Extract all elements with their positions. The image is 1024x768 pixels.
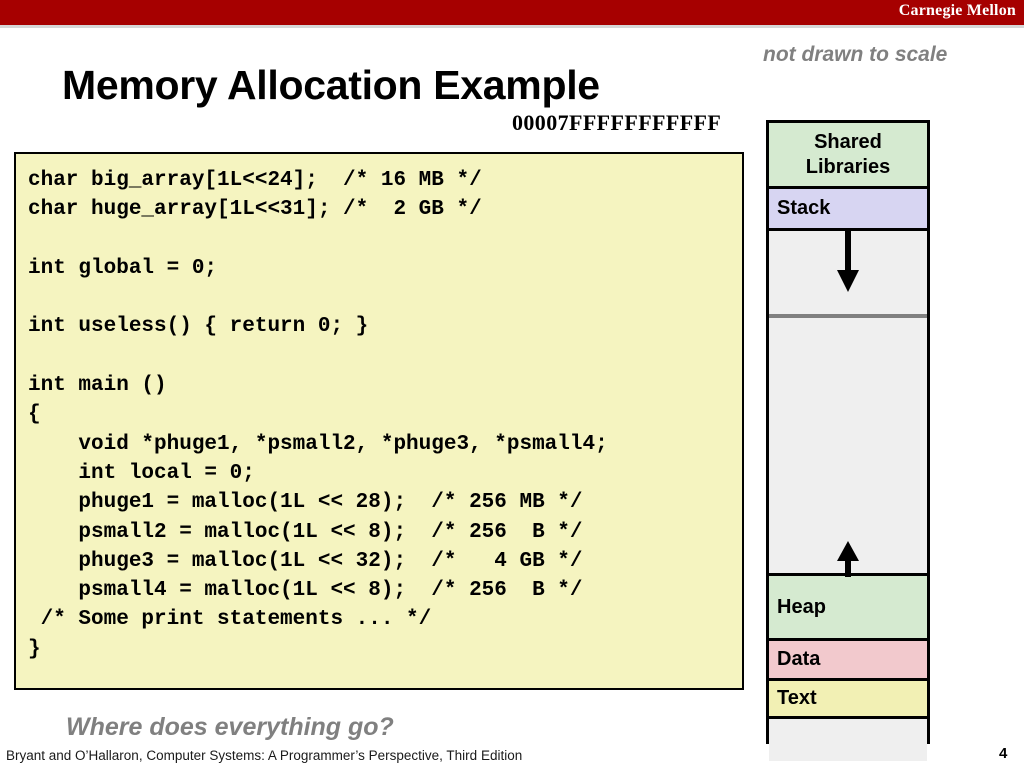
memory-segment-shared-libraries: Shared Libraries — [769, 123, 927, 189]
page-title: Memory Allocation Example — [62, 62, 600, 108]
footer-citation: Bryant and O’Hallaron, Computer Systems:… — [6, 748, 523, 763]
page-number: 4 — [999, 745, 1008, 762]
segment-label-data: Data — [777, 648, 821, 670]
memory-segment-bottom-blank — [769, 719, 927, 761]
where-does-everything-go-text: Where does everything go? — [66, 713, 394, 741]
memory-segment-gap-upper — [769, 231, 927, 314]
hex-address-label: 00007FFFFFFFFFFF — [512, 110, 722, 135]
memory-segment-data: Data — [769, 641, 927, 681]
brand-label: Carnegie Mellon — [898, 2, 1016, 19]
memory-segment-text: Text — [769, 681, 927, 719]
code-block: char big_array[1L<<24]; /* 16 MB */ char… — [14, 152, 744, 690]
memory-segment-heap: Heap — [769, 573, 927, 641]
code-text: char big_array[1L<<24]; /* 16 MB */ char… — [28, 169, 608, 661]
memory-segment-gap-lower — [769, 318, 927, 573]
segment-label-text: Text — [777, 687, 817, 709]
segment-label-line2: Libraries — [805, 155, 891, 178]
banner-underline — [0, 25, 1024, 28]
segment-label-stack: Stack — [777, 197, 831, 219]
memory-segment-stack: Stack — [769, 189, 927, 231]
not-drawn-to-scale-note: not drawn to scale — [763, 43, 948, 66]
top-banner: Carnegie Mellon — [0, 0, 1024, 25]
segment-label-heap: Heap — [777, 595, 826, 618]
segment-label-line1: Shared — [814, 130, 882, 153]
memory-diagram: Shared Libraries Stack Heap Data Text — [766, 120, 930, 761]
